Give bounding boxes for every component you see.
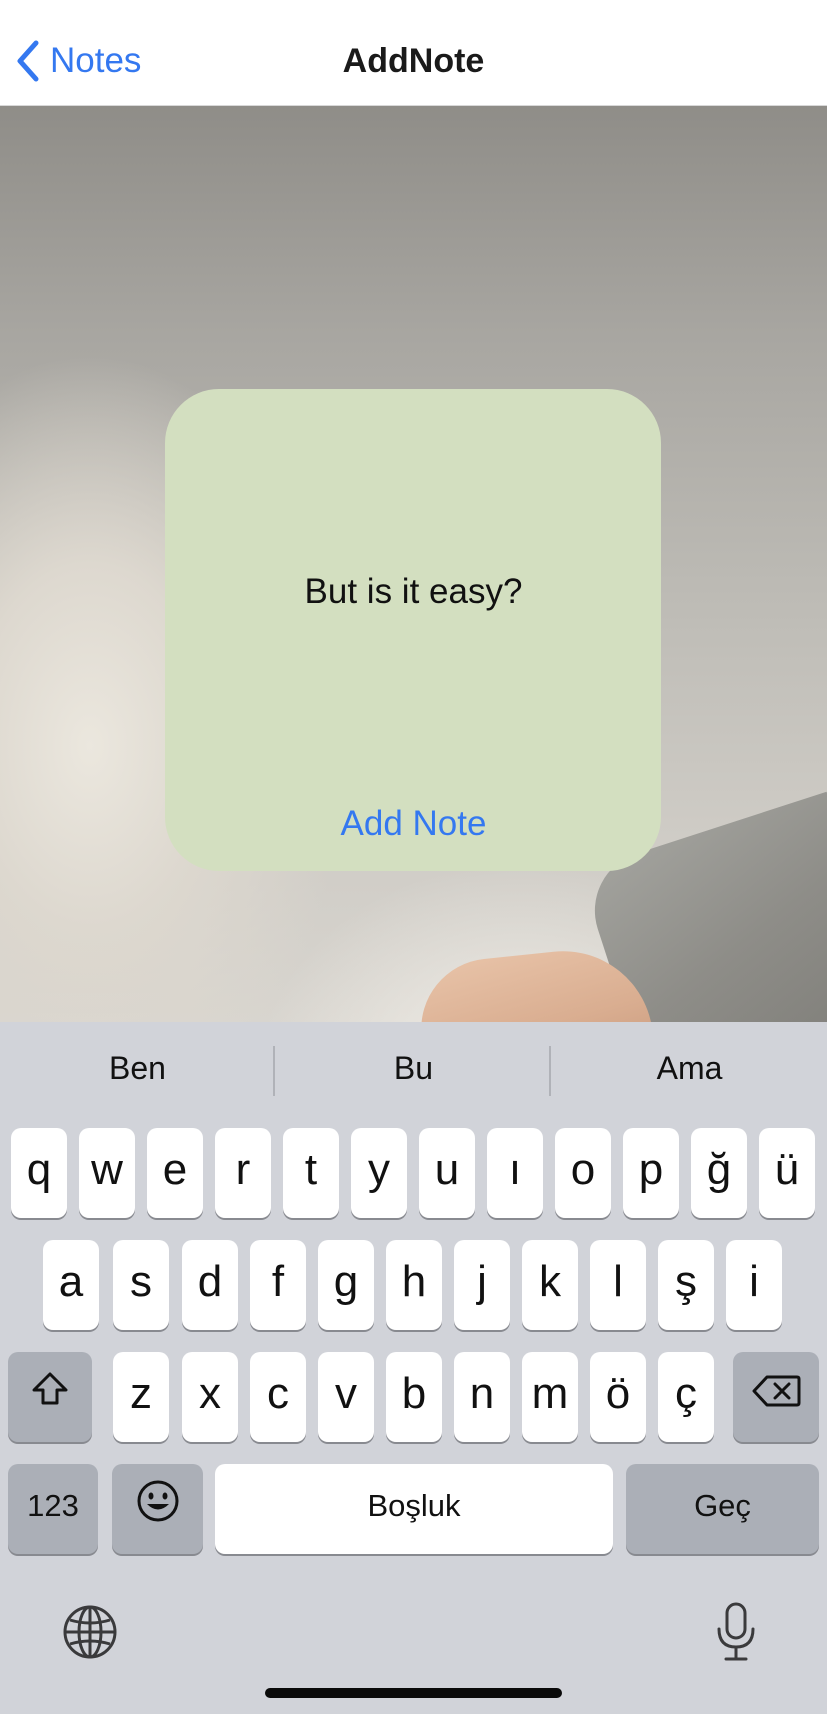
key-o[interactable]: o [555, 1128, 611, 1218]
key-f[interactable]: f [250, 1240, 306, 1330]
navigation-bar: Notes AddNote [0, 0, 827, 106]
space-key[interactable]: Boşluk [215, 1464, 613, 1554]
microphone-icon[interactable] [710, 1600, 762, 1664]
key-dotless-i[interactable]: ı [487, 1128, 543, 1218]
key-c-cedilla[interactable]: ç [658, 1352, 714, 1442]
numbers-key[interactable]: 123 [8, 1464, 98, 1554]
emoji-icon [136, 1479, 180, 1534]
note-text[interactable]: But is it easy? [0, 572, 827, 612]
suggestion-2[interactable]: Bu [276, 1050, 551, 1087]
shift-key[interactable] [8, 1352, 92, 1442]
key-u[interactable]: u [419, 1128, 475, 1218]
key-n[interactable]: n [454, 1352, 510, 1442]
suggestion-1[interactable]: Ben [0, 1050, 275, 1087]
key-t[interactable]: t [283, 1128, 339, 1218]
key-g[interactable]: g [318, 1240, 374, 1330]
key-g-breve[interactable]: ğ [691, 1128, 747, 1218]
suggestion-divider [549, 1046, 551, 1096]
backspace-icon [751, 1369, 801, 1419]
key-z[interactable]: z [113, 1352, 169, 1442]
note-card [165, 389, 661, 871]
key-m[interactable]: m [522, 1352, 578, 1442]
key-y[interactable]: y [351, 1128, 407, 1218]
numbers-key-label: 123 [27, 1488, 79, 1523]
key-a[interactable]: a [43, 1240, 99, 1330]
add-note-screen: Notes AddNote But is it easy? Add Note B… [0, 0, 827, 1714]
key-i[interactable]: i [726, 1240, 782, 1330]
key-p[interactable]: p [623, 1128, 679, 1218]
key-c[interactable]: c [250, 1352, 306, 1442]
key-l[interactable]: l [590, 1240, 646, 1330]
key-k[interactable]: k [522, 1240, 578, 1330]
key-w[interactable]: w [79, 1128, 135, 1218]
suggestion-divider [273, 1046, 275, 1096]
key-u-umlaut[interactable]: ü [759, 1128, 815, 1218]
key-b[interactable]: b [386, 1352, 442, 1442]
emoji-key[interactable] [112, 1464, 203, 1554]
return-key-label: Geç [694, 1488, 751, 1523]
key-d[interactable]: d [182, 1240, 238, 1330]
home-indicator[interactable] [265, 1688, 562, 1698]
key-h[interactable]: h [386, 1240, 442, 1330]
key-s[interactable]: s [113, 1240, 169, 1330]
shift-icon [30, 1369, 70, 1419]
add-note-button[interactable]: Add Note [0, 804, 827, 844]
key-x[interactable]: x [182, 1352, 238, 1442]
page-title: AddNote [342, 42, 485, 80]
globe-icon[interactable] [60, 1602, 120, 1662]
suggestion-3[interactable]: Ama [552, 1050, 827, 1087]
key-v[interactable]: v [318, 1352, 374, 1442]
key-r[interactable]: r [215, 1128, 271, 1218]
suggestion-bar: Ben Bu Ama [0, 1022, 827, 1124]
key-o-umlaut[interactable]: ö [590, 1352, 646, 1442]
space-key-label: Boşluk [367, 1488, 461, 1523]
return-key[interactable]: Geç [626, 1464, 819, 1554]
backspace-key[interactable] [733, 1352, 819, 1442]
keyboard: Ben Bu Ama q w e r t y u ı o p ğ ü a s d… [0, 1022, 827, 1714]
key-j[interactable]: j [454, 1240, 510, 1330]
key-q[interactable]: q [11, 1128, 67, 1218]
key-e[interactable]: e [147, 1128, 203, 1218]
key-s-cedilla[interactable]: ş [658, 1240, 714, 1330]
